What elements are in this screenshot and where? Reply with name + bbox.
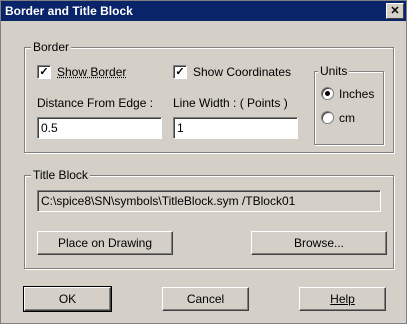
show-coordinates-label[interactable]: Show Coordinates <box>193 65 291 79</box>
cm-label[interactable]: cm <box>339 111 355 125</box>
border-group-label: Border <box>31 40 72 54</box>
close-button[interactable]: ✕ <box>386 3 404 19</box>
cm-radio[interactable] <box>321 111 334 124</box>
line-width-input[interactable]: 1 <box>173 117 298 139</box>
distance-input[interactable]: 0.5 <box>37 117 162 139</box>
show-border-label[interactable]: Show Border <box>57 65 126 79</box>
help-button[interactable]: Help <box>299 287 386 311</box>
browse-label: Browse... <box>293 236 344 250</box>
line-width-value: 1 <box>177 121 184 135</box>
inches-radio[interactable] <box>321 87 334 100</box>
title-block-path-field[interactable]: C:\spice8\SN\symbols\TitleBlock.sym /TBl… <box>37 190 381 212</box>
title-block-group-label: Title Block <box>31 168 90 182</box>
radio-selected-dot <box>325 91 330 96</box>
cancel-label: Cancel <box>186 292 225 306</box>
browse-button[interactable]: Browse... <box>251 231 387 255</box>
dialog-title: Border and Title Block <box>5 4 133 18</box>
title-bar[interactable]: Border and Title Block ✕ <box>1 1 406 21</box>
inches-label[interactable]: Inches <box>339 87 374 101</box>
units-group: Units <box>314 64 384 145</box>
ok-button[interactable]: OK <box>23 286 112 312</box>
units-group-label: Units <box>318 64 350 78</box>
place-on-drawing-label: Place on Drawing <box>57 236 153 250</box>
show-border-checkbox[interactable]: ✓ <box>37 65 51 79</box>
title-block-path: C:\spice8\SN\symbols\TitleBlock.sym /TBl… <box>41 194 296 208</box>
ok-label: OK <box>58 292 77 306</box>
distance-label: Distance From Edge : <box>37 96 154 110</box>
place-on-drawing-button[interactable]: Place on Drawing <box>37 231 173 255</box>
distance-value: 0.5 <box>41 121 58 135</box>
help-label: Help <box>330 292 355 306</box>
cancel-button[interactable]: Cancel <box>162 287 249 311</box>
dialog-window: Border and Title Block ✕ Border ✓ Show B… <box>0 0 407 324</box>
line-width-label: Line Width : ( Points ) <box>173 96 288 110</box>
show-coordinates-checkbox[interactable]: ✓ <box>173 65 187 79</box>
close-icon: ✕ <box>390 5 400 17</box>
